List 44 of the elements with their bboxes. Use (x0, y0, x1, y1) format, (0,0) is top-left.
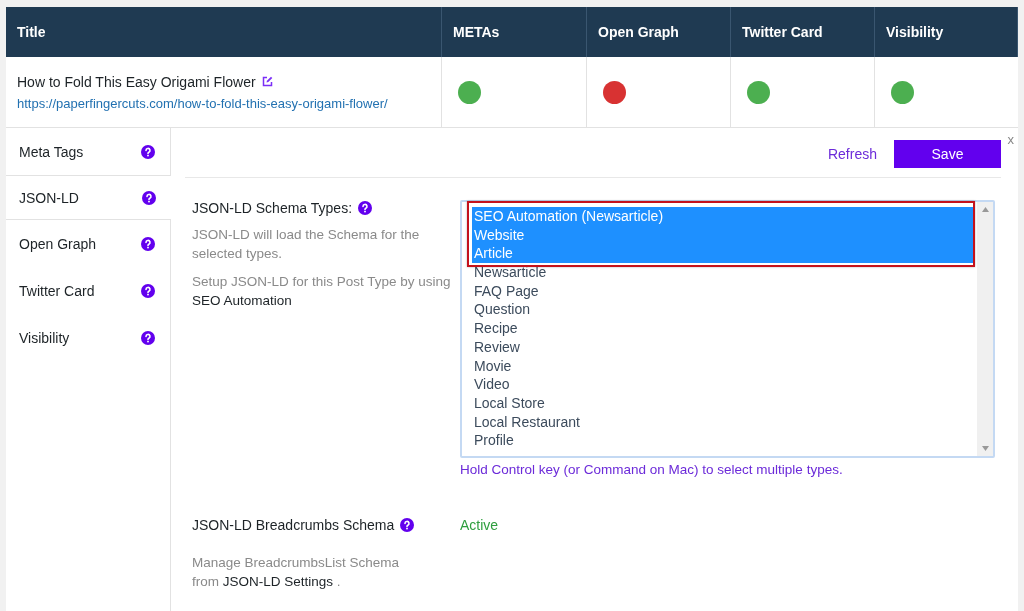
refresh-link[interactable]: Refresh (827, 145, 877, 162)
listbox-option[interactable]: Question (472, 300, 973, 320)
tab-label: Visibility (19, 329, 70, 346)
help-icon[interactable] (142, 190, 156, 205)
column-header: Open Graph (587, 7, 731, 57)
listbox-option[interactable]: Newsarticle (472, 263, 973, 282)
close-icon[interactable]: x (1007, 132, 1014, 147)
listbox-option[interactable]: Review (472, 337, 973, 357)
tab-label: Twitter Card (19, 282, 95, 299)
listbox-option[interactable]: Video (472, 375, 973, 394)
tab-label: JSON-LD (19, 189, 79, 206)
help-icon[interactable] (141, 236, 155, 251)
post-url-link[interactable]: https://paperfingercuts.com/how-to-fold-this-easy-origami-flower/ (17, 95, 388, 111)
column-header: Visibility (875, 7, 1018, 57)
help-icon[interactable] (141, 144, 155, 159)
status-text: Active (460, 517, 499, 535)
listbox-option[interactable]: Recipe (472, 319, 973, 338)
edit-icon[interactable] (261, 76, 273, 87)
listbox-option[interactable]: Local Restaurant (472, 412, 973, 432)
description-text: Manage BreadcrumbsList Schema from JSON-LD Settings . (192, 554, 401, 591)
listbox-option[interactable]: Movie (472, 356, 973, 376)
column-header: METAs (442, 7, 587, 57)
column-header: Title (6, 7, 442, 57)
tab-label: Meta Tags (19, 143, 84, 160)
help-icon[interactable] (400, 518, 415, 532)
sidebar-tab[interactable]: JSON-LD (6, 175, 171, 220)
post-title: How to Fold This Easy Origami Flower (17, 73, 256, 90)
help-icon[interactable] (141, 283, 155, 298)
description-text: Setup JSON-LD for this Post Type by using SEO Automation (192, 273, 452, 310)
description-text: JSON-LD will load the Schema for the selected types. (192, 226, 421, 263)
hint-text: Hold Control key (or Command on Mac) to select multiple types. (460, 462, 844, 477)
seo-automation-link[interactable]: SEO Automation (192, 293, 292, 308)
field-label: JSON-LD Schema Types: (192, 200, 353, 216)
listbox-option[interactable]: Profile (472, 431, 973, 450)
tab-label: Open Graph (19, 235, 97, 252)
help-icon[interactable] (141, 330, 155, 345)
save-button[interactable]: Save (894, 139, 1001, 168)
settings-link[interactable]: JSON-LD Settings (222, 574, 334, 589)
schema-types-listbox[interactable]: SEO Automation (Newsarticle) Website Article Newsarticle FAQ Page Question Recipe Review Movie Video Local Store Local Restaurant Profile (460, 200, 995, 458)
listbox-option[interactable]: Local Store (472, 393, 973, 413)
column-header: Twitter Card (731, 7, 875, 57)
field-label: JSON-LD Breadcrumbs Schema (192, 517, 395, 533)
listbox-option[interactable]: FAQ Page (472, 281, 973, 301)
help-icon[interactable] (358, 201, 373, 215)
